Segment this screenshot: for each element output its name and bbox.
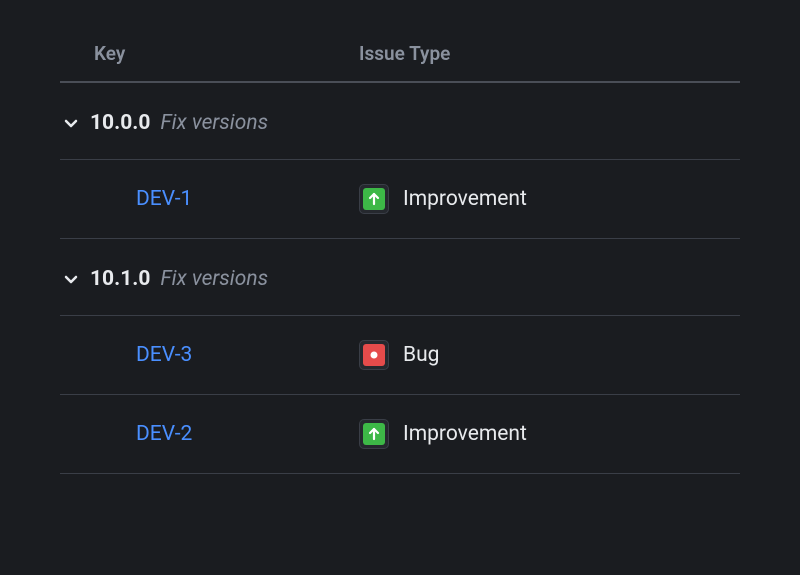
issues-table: Key Issue Type 10.0.0 Fix versions DEV-1 [60, 30, 740, 474]
issue-type-label: Improvement [403, 187, 527, 211]
issue-key-link[interactable]: DEV-3 [94, 343, 192, 367]
table-row[interactable]: DEV-2 Improvement [60, 395, 740, 474]
table-row[interactable]: DEV-3 Bug [60, 316, 740, 395]
table-row[interactable]: DEV-1 Improvement [60, 160, 740, 239]
issue-key-link[interactable]: DEV-2 [94, 422, 192, 446]
group-version: 10.1.0 [90, 267, 150, 291]
group-subtitle: Fix versions [160, 111, 268, 135]
group-subtitle: Fix versions [160, 267, 268, 291]
issue-type-label: Improvement [403, 422, 527, 446]
chevron-down-icon [62, 114, 80, 132]
arrow-up-icon [359, 184, 389, 214]
group-header[interactable]: 10.0.0 Fix versions [60, 83, 740, 160]
group-version: 10.0.0 [90, 111, 150, 135]
issue-key-link[interactable]: DEV-1 [94, 187, 192, 211]
column-header-issue-type[interactable]: Issue Type [359, 42, 736, 65]
chevron-down-icon [62, 270, 80, 288]
group-header[interactable]: 10.1.0 Fix versions [60, 239, 740, 316]
arrow-up-icon [359, 419, 389, 449]
column-header-key[interactable]: Key [64, 42, 359, 65]
bug-icon [359, 340, 389, 370]
issue-type-label: Bug [403, 343, 439, 367]
table-header: Key Issue Type [60, 30, 740, 83]
